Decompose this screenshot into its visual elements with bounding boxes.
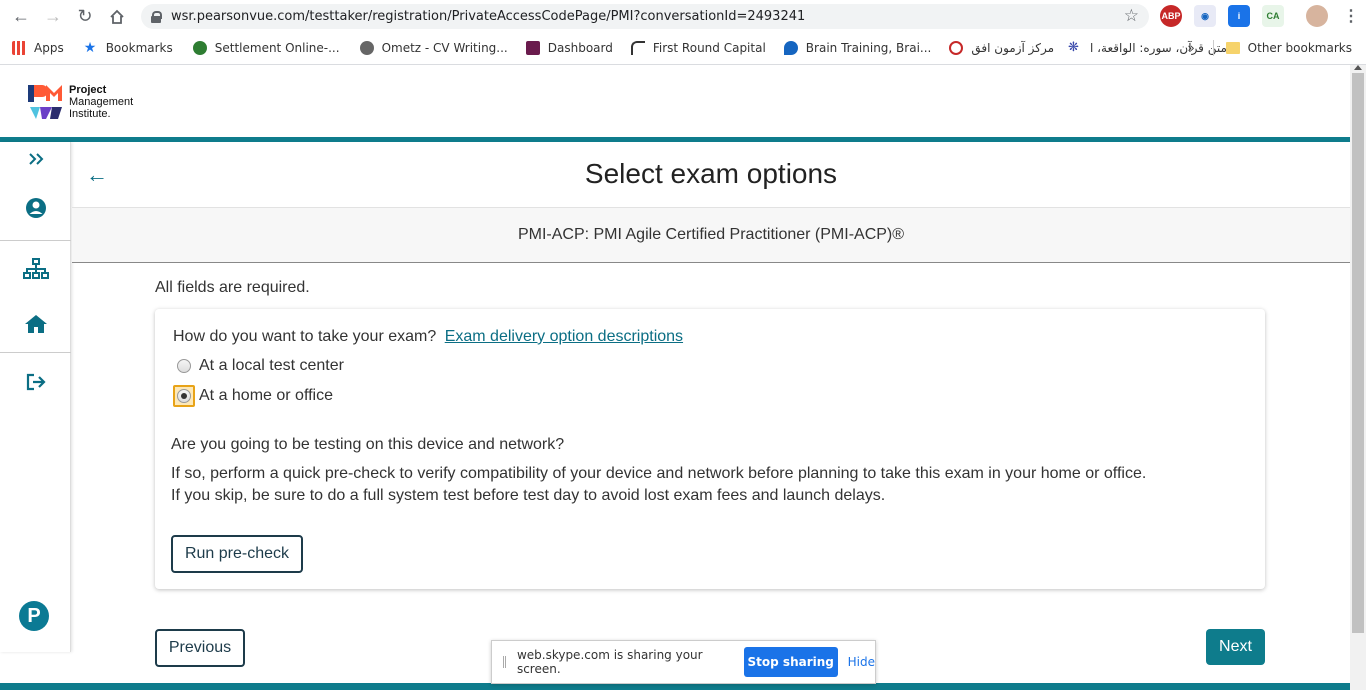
ca-extension-icon[interactable]: CA	[1262, 5, 1284, 27]
extension-blue-icon[interactable]: ◉	[1194, 5, 1216, 27]
pmi-logo-mark-icon	[28, 85, 62, 119]
bookmark-label: مرکز آزمون افق	[971, 40, 1055, 55]
delivery-question-text: How do you want to take your exam?	[173, 328, 437, 345]
next-button[interactable]: Next	[1206, 629, 1265, 665]
site-header: Project Management Institute.	[0, 65, 1350, 137]
bookmark-label: Settlement Online-...	[214, 40, 340, 55]
scrollbar-thumb[interactable]	[1352, 73, 1364, 633]
device-question: Are you going to be testing on this devi…	[171, 436, 565, 453]
previous-button[interactable]: Previous	[155, 629, 245, 667]
bookmark-apps[interactable]: Apps	[12, 40, 64, 55]
bookmark-ofogh[interactable]: مرکز آزمون افق	[949, 40, 1055, 55]
adblock-icon[interactable]: ABP	[1160, 5, 1182, 27]
bookmark-star-icon[interactable]: ☆	[1124, 6, 1139, 26]
bookmarks-bar: Apps ★ Bookmarks Settlement Online-... O…	[0, 33, 1366, 62]
sitemap-icon[interactable]	[0, 258, 71, 280]
hide-banner-link[interactable]: Hide	[848, 655, 875, 669]
bookmark-label: Bookmarks	[105, 40, 173, 55]
sidebar	[0, 142, 71, 652]
logo-line-2: Management	[69, 96, 134, 108]
profile-avatar-icon[interactable]	[1306, 5, 1328, 27]
pmi-logo[interactable]: Project Management Institute.	[28, 84, 133, 120]
device-description-line-2: If you skip, be sure to do a full system…	[171, 487, 886, 504]
title-row: ← Select exam options	[72, 142, 1350, 208]
bookmark-label: First Round Capital	[652, 40, 766, 55]
exam-name-row: PMI-ACP: PMI Agile Certified Practitione…	[72, 208, 1350, 263]
bookmark-label: Brain Training, Brai...	[805, 40, 932, 55]
logo-line-3: Institute.	[69, 108, 111, 120]
bookmarks-overflow: » Other bookmarks	[1187, 40, 1352, 56]
footer-accent-bar	[0, 683, 1350, 690]
option-test-center[interactable]: At a local test center	[177, 357, 344, 375]
bookmark-first-round[interactable]: First Round Capital	[630, 40, 766, 55]
first-round-icon	[630, 40, 645, 55]
radio-focus-ring	[173, 385, 195, 407]
other-bookmarks-link[interactable]: Other bookmarks	[1248, 41, 1352, 55]
sidebar-divider	[0, 352, 71, 353]
page-scrollbar[interactable]	[1350, 65, 1366, 690]
divider	[1212, 40, 1214, 56]
star-icon: ★	[83, 39, 97, 56]
dashboard-icon	[525, 40, 540, 55]
quran-icon: ❋	[1068, 39, 1079, 55]
pmi-logo-text: Project Management Institute.	[69, 84, 133, 120]
lock-icon	[151, 10, 162, 23]
device-description: If so, perform a quick pre-check to veri…	[171, 463, 1146, 507]
radio-test-center[interactable]	[177, 359, 191, 373]
option-label: At a local test center	[199, 357, 344, 374]
share-banner-text: web.skype.com is sharing your screen.	[516, 648, 703, 676]
forward-arrow-icon[interactable]: →	[37, 1, 69, 33]
delivery-options-link[interactable]: Exam delivery option descriptions	[445, 328, 683, 345]
exam-options-card: How do you want to take your exam? Exam …	[155, 309, 1265, 589]
home-nav-icon[interactable]	[0, 314, 71, 334]
info-icon[interactable]: i	[1228, 5, 1250, 27]
scroll-up-icon[interactable]	[1354, 65, 1362, 70]
account-icon[interactable]	[0, 197, 71, 219]
bookmark-label: Ometz - CV Writing...	[381, 40, 508, 55]
pearson-logo-icon[interactable]: P	[19, 601, 49, 631]
exam-name: PMI-ACP: PMI Agile Certified Practitione…	[517, 226, 905, 243]
reload-icon[interactable]: ↻	[69, 1, 101, 33]
device-description-line-1: If so, perform a quick pre-check to veri…	[171, 465, 1147, 482]
run-precheck-button[interactable]: Run pre-check	[171, 535, 303, 573]
bookmark-settlement[interactable]: Settlement Online-...	[192, 40, 340, 55]
address-bar[interactable]: wsr.pearsonvue.com/testtaker/registratio…	[141, 4, 1149, 29]
bookmark-ometz[interactable]: Ometz - CV Writing...	[359, 40, 508, 55]
sign-out-icon[interactable]	[0, 372, 71, 392]
bookmark-brain-training[interactable]: Brain Training, Brai...	[783, 40, 932, 55]
brain-icon	[783, 40, 798, 55]
page-title: Select exam options	[584, 158, 838, 189]
bookmark-dashboard[interactable]: Dashboard	[525, 40, 613, 55]
apps-grid-icon	[12, 40, 26, 55]
pearson-logo-letter: P	[27, 604, 41, 627]
url-text: wsr.pearsonvue.com/testtaker/registratio…	[171, 9, 806, 24]
stop-sharing-button[interactable]: Stop sharing	[743, 647, 838, 677]
delivery-question: How do you want to take your exam? Exam …	[173, 328, 683, 346]
bookmark-label: Apps	[34, 40, 64, 55]
bookmark-bookmarks[interactable]: ★ Bookmarks	[84, 41, 173, 55]
ofogh-icon	[949, 40, 964, 55]
back-arrow-icon[interactable]: ←	[5, 1, 37, 33]
settlement-icon	[192, 40, 207, 55]
radio-home-office[interactable]	[177, 389, 191, 403]
option-label: At a home or office	[199, 387, 333, 404]
option-home-office[interactable]: At a home or office	[173, 385, 333, 407]
expand-sidebar-icon[interactable]	[0, 152, 71, 166]
required-note: All fields are required.	[155, 279, 310, 296]
logo-line-1: Project	[69, 84, 107, 96]
adblock-label: ABP	[1161, 11, 1181, 21]
globe-icon	[359, 40, 374, 55]
folder-icon	[1225, 42, 1240, 54]
drag-handle-icon[interactable]	[503, 656, 506, 668]
more-bookmarks-chevron-icon[interactable]: »	[1187, 41, 1194, 55]
menu-kebab-icon[interactable]: ⋮	[1340, 5, 1362, 27]
sidebar-divider	[0, 240, 71, 241]
extension-icons: ABP ◉ i CA ⋮	[1160, 5, 1362, 27]
home-icon[interactable]	[101, 1, 133, 33]
screen-share-banner: web.skype.com is sharing your screen. St…	[491, 640, 876, 684]
bookmark-label: Dashboard	[547, 40, 613, 55]
